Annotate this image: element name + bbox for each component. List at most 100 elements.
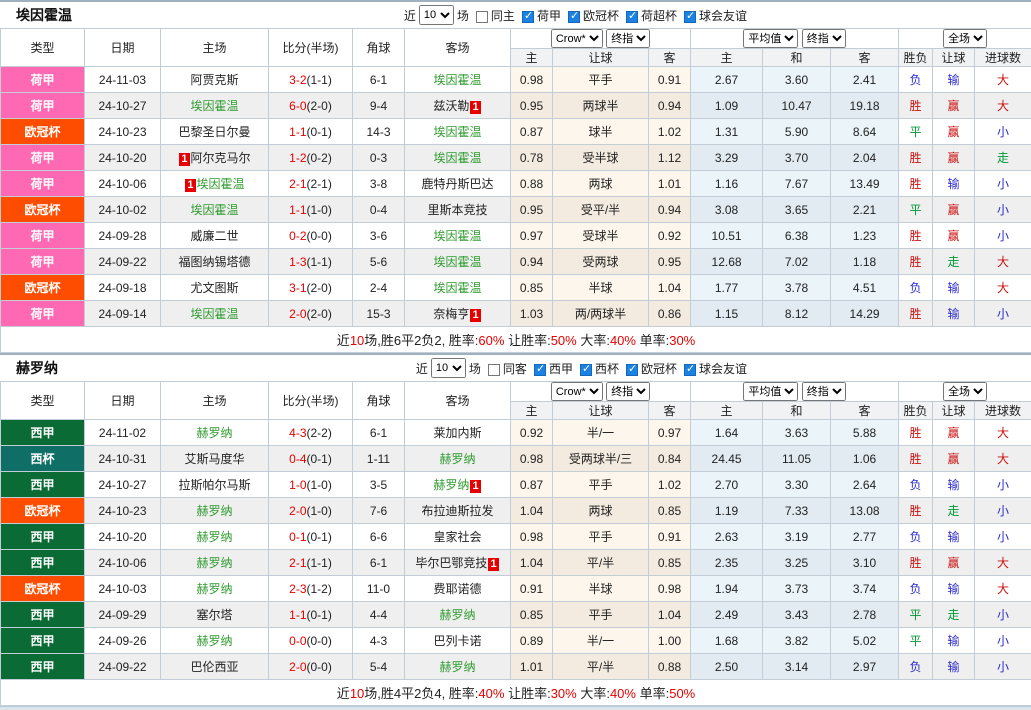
score-cell: 1-2(0-2) xyxy=(269,145,353,171)
match-row: 荷甲24-10-201阿尔克马尔1-2(0-2)0-3埃因霍温0.78受半球1.… xyxy=(1,145,1031,171)
avg-away-odds: 2.64 xyxy=(831,472,899,498)
league-badge: 西甲 xyxy=(1,524,85,550)
team-stats-section-eindhoven: 埃因霍温 近 10 场 同主 荷甲 欧冠杯 荷超杯 球会友谊 类型 日 xyxy=(0,0,1031,353)
odds-stage-select[interactable]: 终指 xyxy=(802,382,846,401)
league-filter-checkbox[interactable] xyxy=(684,364,696,376)
home-team-cell: 1埃因霍温 xyxy=(161,171,269,197)
league-filter-checkbox[interactable] xyxy=(568,11,580,23)
odds-stage-select[interactable]: 终指 xyxy=(802,29,846,48)
home-team-cell: 塞尔塔 xyxy=(161,602,269,628)
match-filters: 近 10 场 同客 西甲 西杯 欧冠杯 球会友谊 xyxy=(416,358,747,378)
league-filter-checkbox[interactable] xyxy=(626,364,638,376)
league-filter-label[interactable]: 球会友谊 xyxy=(699,360,747,377)
result-handicap: 输 xyxy=(933,628,975,654)
subheader-avg-home: 主 xyxy=(691,402,763,420)
same-venue-checkbox[interactable] xyxy=(488,364,500,376)
avg-home-odds: 2.70 xyxy=(691,472,763,498)
subheader-home-odds: 主 xyxy=(511,49,553,67)
crow-home-odds: 0.89 xyxy=(511,628,553,654)
average-odds-select[interactable]: 平均值 xyxy=(743,29,798,48)
avg-away-odds: 2.21 xyxy=(831,197,899,223)
avg-draw-odds: 3.25 xyxy=(763,550,831,576)
fullmatch-select[interactable]: 全场 xyxy=(943,29,987,48)
away-team-name: 埃因霍温 xyxy=(433,281,481,295)
fulltime-score: 1-1 xyxy=(289,203,306,217)
corner-cell: 7-6 xyxy=(353,498,405,524)
section-header-bar: 埃因霍温 近 10 场 同主 荷甲 欧冠杯 荷超杯 球会友谊 xyxy=(0,0,1031,28)
league-filter-label[interactable]: 欧冠杯 xyxy=(641,360,677,377)
bookmaker-select[interactable]: Crow* xyxy=(551,29,603,48)
same-venue-label[interactable]: 同客 xyxy=(503,360,527,377)
avg-away-odds: 2.77 xyxy=(831,524,899,550)
avg-draw-odds: 3.30 xyxy=(763,472,831,498)
avg-draw-odds: 10.47 xyxy=(763,93,831,119)
fulltime-score: 0-1 xyxy=(289,530,306,544)
crow-home-odds: 0.87 xyxy=(511,472,553,498)
home-team-name: 埃因霍温 xyxy=(190,203,238,217)
home-team-name: 赫罗纳 xyxy=(196,504,232,518)
crow-home-odds: 0.85 xyxy=(511,602,553,628)
league-filter-checkbox[interactable] xyxy=(626,11,638,23)
league-filter-label[interactable]: 西杯 xyxy=(595,360,619,377)
summary-segment: 大率: xyxy=(577,686,610,701)
crow-away-odds: 0.97 xyxy=(649,420,691,446)
result-handicap: 赢 xyxy=(933,93,975,119)
same-venue-checkbox[interactable] xyxy=(476,11,488,23)
date-cell: 24-10-31 xyxy=(85,446,161,472)
home-team-name: 威廉二世 xyxy=(190,229,238,243)
crow-home-odds: 0.95 xyxy=(511,197,553,223)
avg-draw-odds: 11.05 xyxy=(763,446,831,472)
league-filter-label[interactable]: 球会友谊 xyxy=(699,7,747,24)
league-filter-checkbox[interactable] xyxy=(522,11,534,23)
date-cell: 24-10-23 xyxy=(85,119,161,145)
league-filter-checkbox[interactable] xyxy=(580,364,592,376)
average-select-cell: 平均值 终指 xyxy=(691,29,899,49)
league-filter-label[interactable]: 西甲 xyxy=(549,360,573,377)
avg-draw-odds: 3.60 xyxy=(763,67,831,93)
recent-count-select[interactable]: 10 xyxy=(419,5,454,25)
crow-away-odds: 0.94 xyxy=(649,93,691,119)
avg-home-odds: 1.31 xyxy=(691,119,763,145)
score-cell: 2-0(0-0) xyxy=(269,654,353,680)
crow-away-odds: 0.84 xyxy=(649,446,691,472)
league-filter-checkbox[interactable] xyxy=(684,11,696,23)
result-handicap: 赢 xyxy=(933,550,975,576)
league-badge: 西甲 xyxy=(1,602,85,628)
away-team-name: 奈梅亨 xyxy=(433,307,469,321)
league-badge: 荷甲 xyxy=(1,67,85,93)
league-filter-label[interactable]: 欧冠杯 xyxy=(583,7,619,24)
crow-away-odds: 0.85 xyxy=(649,550,691,576)
home-team-name: 拉斯帕尔马斯 xyxy=(178,478,250,492)
date-cell: 24-10-20 xyxy=(85,145,161,171)
league-filter-label[interactable]: 荷超杯 xyxy=(641,7,677,24)
crow-away-odds: 1.04 xyxy=(649,275,691,301)
corner-cell: 9-4 xyxy=(353,93,405,119)
result-goals: 小 xyxy=(975,628,1031,654)
result-handicap: 走 xyxy=(933,249,975,275)
avg-away-odds: 3.74 xyxy=(831,576,899,602)
score-cell: 3-1(2-0) xyxy=(269,275,353,301)
avg-home-odds: 1.15 xyxy=(691,301,763,327)
avg-draw-odds: 5.90 xyxy=(763,119,831,145)
average-odds-select[interactable]: 平均值 xyxy=(743,382,798,401)
crow-home-odds: 1.04 xyxy=(511,498,553,524)
same-venue-label[interactable]: 同主 xyxy=(491,7,515,24)
odds-stage-select[interactable]: 终指 xyxy=(606,382,650,401)
summary-segment: 60% xyxy=(478,333,504,348)
fullmatch-select[interactable]: 全场 xyxy=(943,382,987,401)
odds-stage-select[interactable]: 终指 xyxy=(606,29,650,48)
away-team-name: 莱加内斯 xyxy=(433,426,481,440)
result-goals: 小 xyxy=(975,119,1031,145)
corner-cell: 5-6 xyxy=(353,249,405,275)
league-filter-checkbox[interactable] xyxy=(534,364,546,376)
match-row: 欧冠杯24-09-18尤文图斯3-1(2-0)2-4埃因霍温0.85半球1.04… xyxy=(1,275,1031,301)
subheader-goals: 进球数 xyxy=(975,402,1031,420)
avg-home-odds: 1.19 xyxy=(691,498,763,524)
away-team-cell: 赫罗纳1 xyxy=(405,472,511,498)
result-goals: 大 xyxy=(975,446,1031,472)
match-filters: 近 10 场 同主 荷甲 欧冠杯 荷超杯 球会友谊 xyxy=(404,5,747,25)
league-filter-label[interactable]: 荷甲 xyxy=(537,7,561,24)
recent-count-select[interactable]: 10 xyxy=(431,358,466,378)
score-cell: 2-3(1-2) xyxy=(269,576,353,602)
bookmaker-select[interactable]: Crow* xyxy=(551,382,603,401)
